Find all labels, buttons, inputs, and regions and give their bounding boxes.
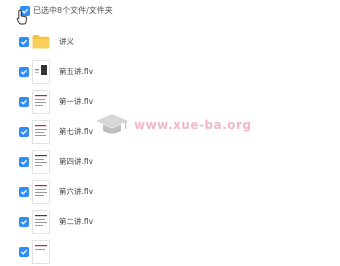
video-thumbnail xyxy=(32,210,50,234)
row-checkbox[interactable] xyxy=(19,187,29,197)
file-row[interactable]: 第六讲.flv xyxy=(0,178,340,206)
file-row[interactable]: 第五讲.flv xyxy=(0,58,340,86)
video-thumbnail xyxy=(32,240,50,264)
row-checkbox[interactable] xyxy=(19,247,29,257)
graduation-cap-icon xyxy=(96,114,128,134)
file-row[interactable]: 第四讲.flv xyxy=(0,148,340,176)
row-checkbox[interactable] xyxy=(19,97,29,107)
video-thumbnail xyxy=(32,60,50,84)
row-checkbox[interactable] xyxy=(19,37,29,47)
file-row[interactable]: 第一讲.flv xyxy=(0,88,340,116)
file-name[interactable]: 第五讲.flv xyxy=(59,66,93,78)
file-name[interactable]: 第六讲.flv xyxy=(59,186,93,198)
file-name[interactable]: 第七讲.flv xyxy=(59,126,93,138)
file-name[interactable]: 讲义 xyxy=(59,36,74,48)
file-name[interactable]: 第一讲.flv xyxy=(59,96,93,108)
file-row[interactable]: 讲义 xyxy=(0,28,340,56)
row-checkbox[interactable] xyxy=(19,157,29,167)
row-checkbox[interactable] xyxy=(19,217,29,227)
video-thumbnail xyxy=(32,180,50,204)
file-row[interactable]: 第二讲.flv xyxy=(0,208,340,236)
selection-header: 已选中8个文件/文件夹 xyxy=(0,0,340,25)
watermark-text: www.xue-ba.org xyxy=(134,118,252,132)
file-name[interactable]: 第二讲.flv xyxy=(59,216,93,228)
video-thumbnail xyxy=(32,150,50,174)
folder-icon xyxy=(32,35,50,49)
row-checkbox[interactable] xyxy=(19,67,29,77)
hand-cursor-icon xyxy=(16,9,27,25)
video-thumbnail xyxy=(32,120,50,144)
file-row[interactable] xyxy=(0,238,340,266)
selection-count-text: 已选中8个文件/文件夹 xyxy=(33,6,113,15)
file-name[interactable]: 第四讲.flv xyxy=(59,156,93,168)
video-thumbnail xyxy=(32,90,50,114)
row-checkbox[interactable] xyxy=(19,127,29,137)
